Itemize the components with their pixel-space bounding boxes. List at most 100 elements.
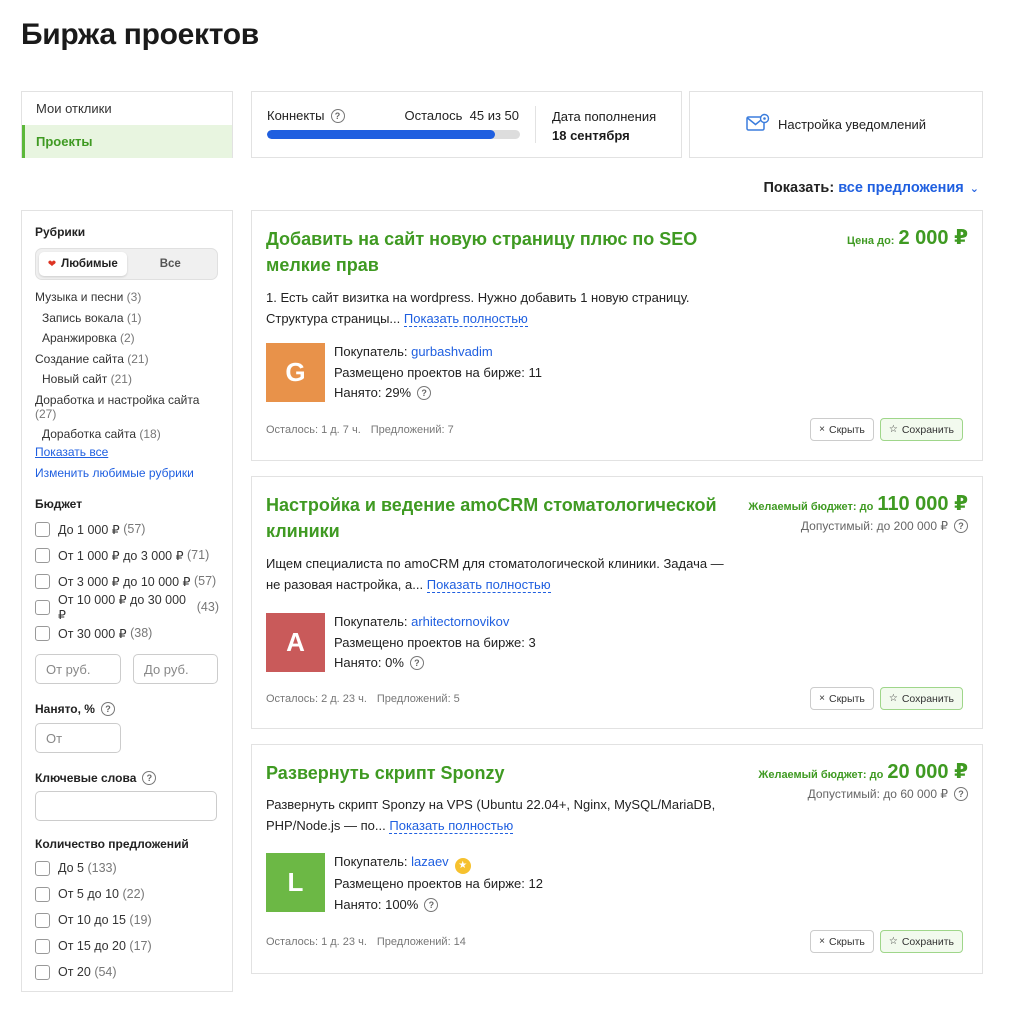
rubric-name: Новый сайт xyxy=(42,372,108,386)
checkbox[interactable] xyxy=(35,625,50,641)
all-toggle[interactable]: Все xyxy=(127,252,215,276)
checkbox[interactable] xyxy=(35,912,50,928)
rubric-count: (21) xyxy=(127,351,149,366)
help-icon[interactable]: ? xyxy=(100,702,115,716)
rubric-item[interactable]: Аранжировка (2) xyxy=(35,328,219,349)
checkbox[interactable] xyxy=(35,886,50,902)
nav-my-responses[interactable]: Мои отклики xyxy=(22,92,232,125)
checkbox[interactable] xyxy=(35,573,50,589)
buyer-link[interactable]: gurbashvadim xyxy=(411,344,493,359)
offers-option[interactable]: От 5 до 10 (22) xyxy=(35,881,219,907)
nav-projects[interactable]: Проекты xyxy=(22,125,232,158)
rubric-item[interactable]: Создание сайта (21) xyxy=(35,349,219,370)
close-icon: × xyxy=(819,693,825,704)
help-icon[interactable]: ? xyxy=(954,787,968,801)
offers-option[interactable]: От 15 до 20 (17) xyxy=(35,933,219,959)
project-title[interactable]: Настройка и ведение amoCRM стоматологиче… xyxy=(266,492,746,544)
rubric-list: Музыка и песни (3) Запись вокала (1) Аранж… xyxy=(35,287,219,444)
show-dropdown[interactable]: все предложения xyxy=(838,180,964,196)
checkbox[interactable] xyxy=(35,860,50,876)
rubric-name: Аранжировка xyxy=(42,331,117,345)
time-left: Осталось: 2 д. 23 ч. xyxy=(266,693,367,705)
project-price: Желаемый бюджет: до 20 000 ₽ Допустимый: … xyxy=(758,759,968,801)
option-count: (38) xyxy=(130,626,153,640)
rubric-item[interactable]: Доработка сайта (18) xyxy=(35,424,219,445)
project-title[interactable]: Развернуть скрипт Sponzy xyxy=(266,760,746,786)
hide-button[interactable]: × Скрыть xyxy=(810,687,874,710)
offers-option[interactable]: До 5 (133) xyxy=(35,855,219,881)
save-label: Сохранить xyxy=(901,423,954,436)
budget-option[interactable]: От 3 000 ₽ до 10 000 ₽ (57) xyxy=(35,568,219,594)
hide-button[interactable]: × Скрыть xyxy=(810,930,874,953)
connects-panel: Коннекты ? Осталось 45 из 50 Дата пополн… xyxy=(251,91,682,158)
avatar[interactable]: G xyxy=(266,343,325,402)
favorites-toggle[interactable]: ❤ Любимые xyxy=(39,252,127,276)
option-count: (71) xyxy=(187,548,210,562)
checkbox[interactable] xyxy=(35,599,50,615)
avatar[interactable]: L xyxy=(266,853,325,912)
project-actions: × Скрыть ☆ Сохранить xyxy=(810,418,963,441)
buyer-link[interactable]: arhitectornovikov xyxy=(411,614,509,629)
budget-to-input[interactable] xyxy=(133,654,218,684)
save-button[interactable]: ☆ Сохранить xyxy=(879,687,963,710)
project-meta: Осталось: 2 д. 23 ч. Предложений: 5 xyxy=(266,693,460,705)
checkbox[interactable] xyxy=(35,964,50,980)
help-icon[interactable]: ? xyxy=(417,386,432,401)
refill-date: 18 сентября xyxy=(552,128,630,143)
project-title[interactable]: Добавить на сайт новую страницу плюс по … xyxy=(266,226,746,278)
keywords-input[interactable] xyxy=(35,791,217,821)
buyer-link[interactable]: lazaev xyxy=(411,854,449,869)
save-button[interactable]: ☆ Сохранить xyxy=(879,930,963,953)
save-button[interactable]: ☆ Сохранить xyxy=(879,418,963,441)
buyer-placed: Размещено проектов на бирже: 3 xyxy=(334,634,536,650)
option-count: (57) xyxy=(123,522,146,536)
show-more-link[interactable]: Показать полностью xyxy=(403,311,528,327)
option-label: До 1 000 ₽ xyxy=(58,522,120,537)
checkbox[interactable] xyxy=(35,521,50,537)
budget-option[interactable]: От 10 000 ₽ до 30 000 ₽ (43) xyxy=(35,593,219,622)
project-card: Развернуть скрипт Sponzy Желаемый бюджет… xyxy=(251,744,983,974)
rubric-item[interactable]: Доработка и настройка сайта (27) xyxy=(35,390,219,424)
checkbox[interactable] xyxy=(35,938,50,954)
show-more-link[interactable]: Показать полностью xyxy=(426,577,551,593)
rubric-item[interactable]: Запись вокала (1) xyxy=(35,308,219,329)
help-icon[interactable]: ? xyxy=(330,108,345,123)
project-description: Развернуть скрипт Sponzy на VPS (Ubuntu … xyxy=(266,794,726,836)
offers-option[interactable]: От 10 до 15 (19) xyxy=(35,907,219,933)
avatar[interactable]: A xyxy=(266,613,325,672)
project-price: Желаемый бюджет: до 110 000 ₽ Допустимый:… xyxy=(748,491,968,533)
checkbox[interactable] xyxy=(35,547,50,563)
offers-count: Предложений: 5 xyxy=(376,693,460,705)
show-filter: Показать: все предложения ⌄ xyxy=(763,180,979,196)
buyer-placed: Размещено проектов на бирже: 12 xyxy=(334,876,543,892)
option-count: (22) xyxy=(122,887,145,901)
budget-option[interactable]: От 30 000 ₽ (38) xyxy=(35,620,219,646)
show-all-link[interactable]: Показать все xyxy=(35,444,219,461)
option-label: От 10 000 ₽ до 30 000 ₽ xyxy=(58,593,187,622)
help-icon[interactable]: ? xyxy=(954,519,968,533)
budget-from-input[interactable] xyxy=(35,654,121,684)
rubrics-title: Рубрики xyxy=(35,225,86,239)
rubric-name: Создание сайта xyxy=(35,351,124,366)
change-favorites-link[interactable]: Изменить любимые рубрики xyxy=(35,465,219,482)
offers-option[interactable]: От 20 (54) xyxy=(35,959,219,985)
offers-list: До 5 (133) От 5 до 10 (22) От 10 до 15 (19… xyxy=(35,855,219,985)
notification-settings-button[interactable]: Настройка уведомлений xyxy=(689,91,983,158)
rubric-count: (2) xyxy=(119,331,135,345)
option-count: (133) xyxy=(87,861,117,875)
hired-from-input[interactable] xyxy=(35,723,121,753)
help-icon[interactable]: ? xyxy=(142,771,157,785)
hide-button[interactable]: × Скрыть xyxy=(810,418,874,441)
budget-option[interactable]: До 1 000 ₽ (57) xyxy=(35,516,219,542)
rubric-item[interactable]: Новый сайт (21) xyxy=(35,369,219,390)
budget-title: Бюджет xyxy=(35,497,83,511)
budget-option[interactable]: От 1 000 ₽ до 3 000 ₽ (71) xyxy=(35,542,219,568)
allowed-budget: Допустимый: до 60 000 ₽? xyxy=(758,787,968,801)
rubric-item[interactable]: Музыка и песни (3) xyxy=(35,287,219,308)
buyer-info: Покупатель: lazaev ★ Размещено проектов н… xyxy=(334,852,543,915)
chevron-down-icon[interactable]: ⌄ xyxy=(970,183,979,195)
allowed-budget-text: Допустимый: до 200 000 ₽ xyxy=(800,519,948,533)
help-icon[interactable]: ? xyxy=(424,898,439,912)
help-icon[interactable]: ? xyxy=(409,656,424,671)
show-more-link[interactable]: Показать полностью xyxy=(389,818,514,834)
